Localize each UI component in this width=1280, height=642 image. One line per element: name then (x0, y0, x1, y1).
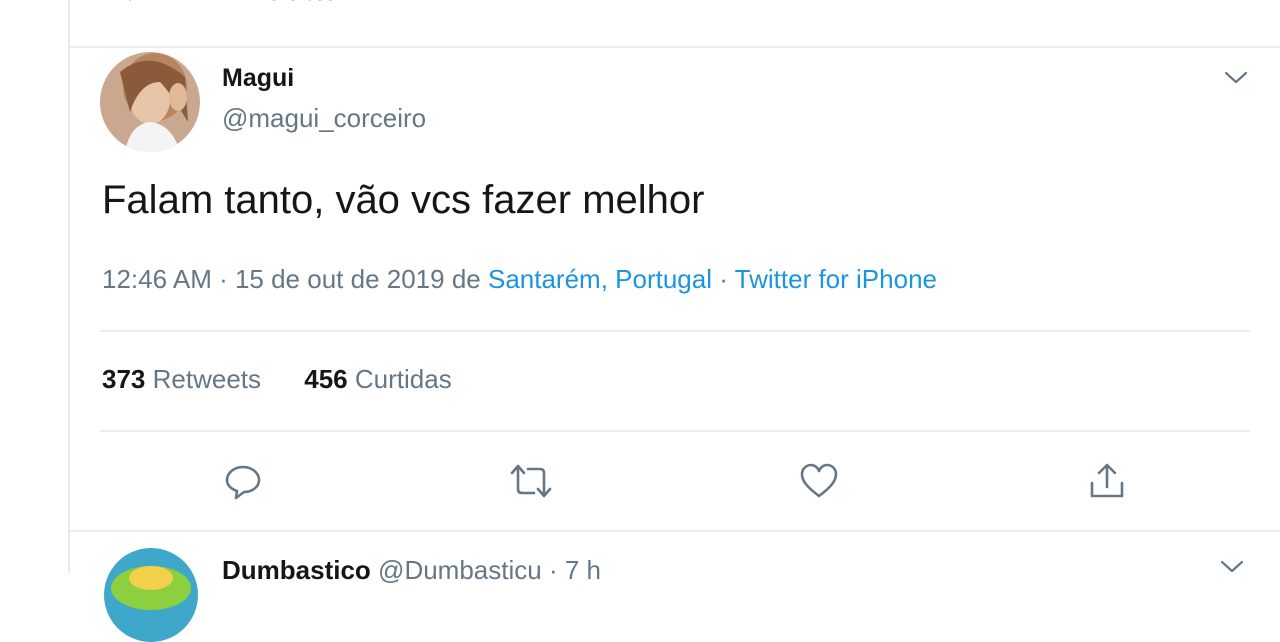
page-title: Tweetar (220, 0, 346, 9)
avatar[interactable] (100, 52, 200, 152)
retweet-icon[interactable] (508, 458, 554, 504)
likes-stat[interactable]: 456 Curtidas (304, 364, 451, 394)
meta-separator: · (719, 264, 728, 294)
tweet-location-link[interactable]: Santarém, Portugal (488, 264, 712, 294)
next-tweet-header: Dumbastico @Dumbasticu · 7 h (222, 555, 601, 586)
next-tweet-avatar[interactable] (104, 548, 198, 642)
share-icon[interactable] (1084, 458, 1130, 504)
chevron-down-icon[interactable] (1220, 64, 1252, 92)
like-icon[interactable] (796, 458, 842, 504)
next-tweet-author-handle[interactable]: @Dumbasticu · 7 h (378, 555, 601, 585)
author-handle[interactable]: @magui_corceiro (222, 103, 426, 134)
tweet-stats: 373 Retweets 456 Curtidas (102, 364, 488, 395)
tweet-source-link[interactable]: Twitter for iPhone (735, 264, 937, 294)
retweets-label: Retweets (152, 364, 262, 394)
back-arrow-icon[interactable] (118, 0, 144, 4)
chevron-down-icon[interactable] (1220, 560, 1252, 588)
page-header: Tweetar (70, 0, 1280, 48)
retweets-count: 373 (102, 364, 146, 394)
tweet-meta: 12:46 AM · 15 de out de 2019 de Santarém… (102, 264, 937, 295)
divider (100, 330, 1250, 332)
tweet-text: Falam tanto, vão vcs fazer melhor (102, 178, 705, 222)
retweets-stat[interactable]: 373 Retweets (102, 364, 261, 394)
reply-icon[interactable] (220, 458, 266, 504)
next-tweet-author-name[interactable]: Dumbastico (222, 555, 371, 585)
tweet-timestamp[interactable]: 12:46 AM · 15 de out de 2019 de (102, 264, 481, 294)
tweet-separator (70, 530, 1280, 532)
likes-count: 456 (304, 364, 348, 394)
divider (100, 430, 1250, 432)
author-name[interactable]: Magui (222, 64, 294, 93)
likes-label: Curtidas (354, 364, 452, 394)
left-sidebar-edge (0, 0, 70, 573)
timeline-column: Tweetar Magui @magui_corceiro Falam tant… (70, 0, 1280, 642)
